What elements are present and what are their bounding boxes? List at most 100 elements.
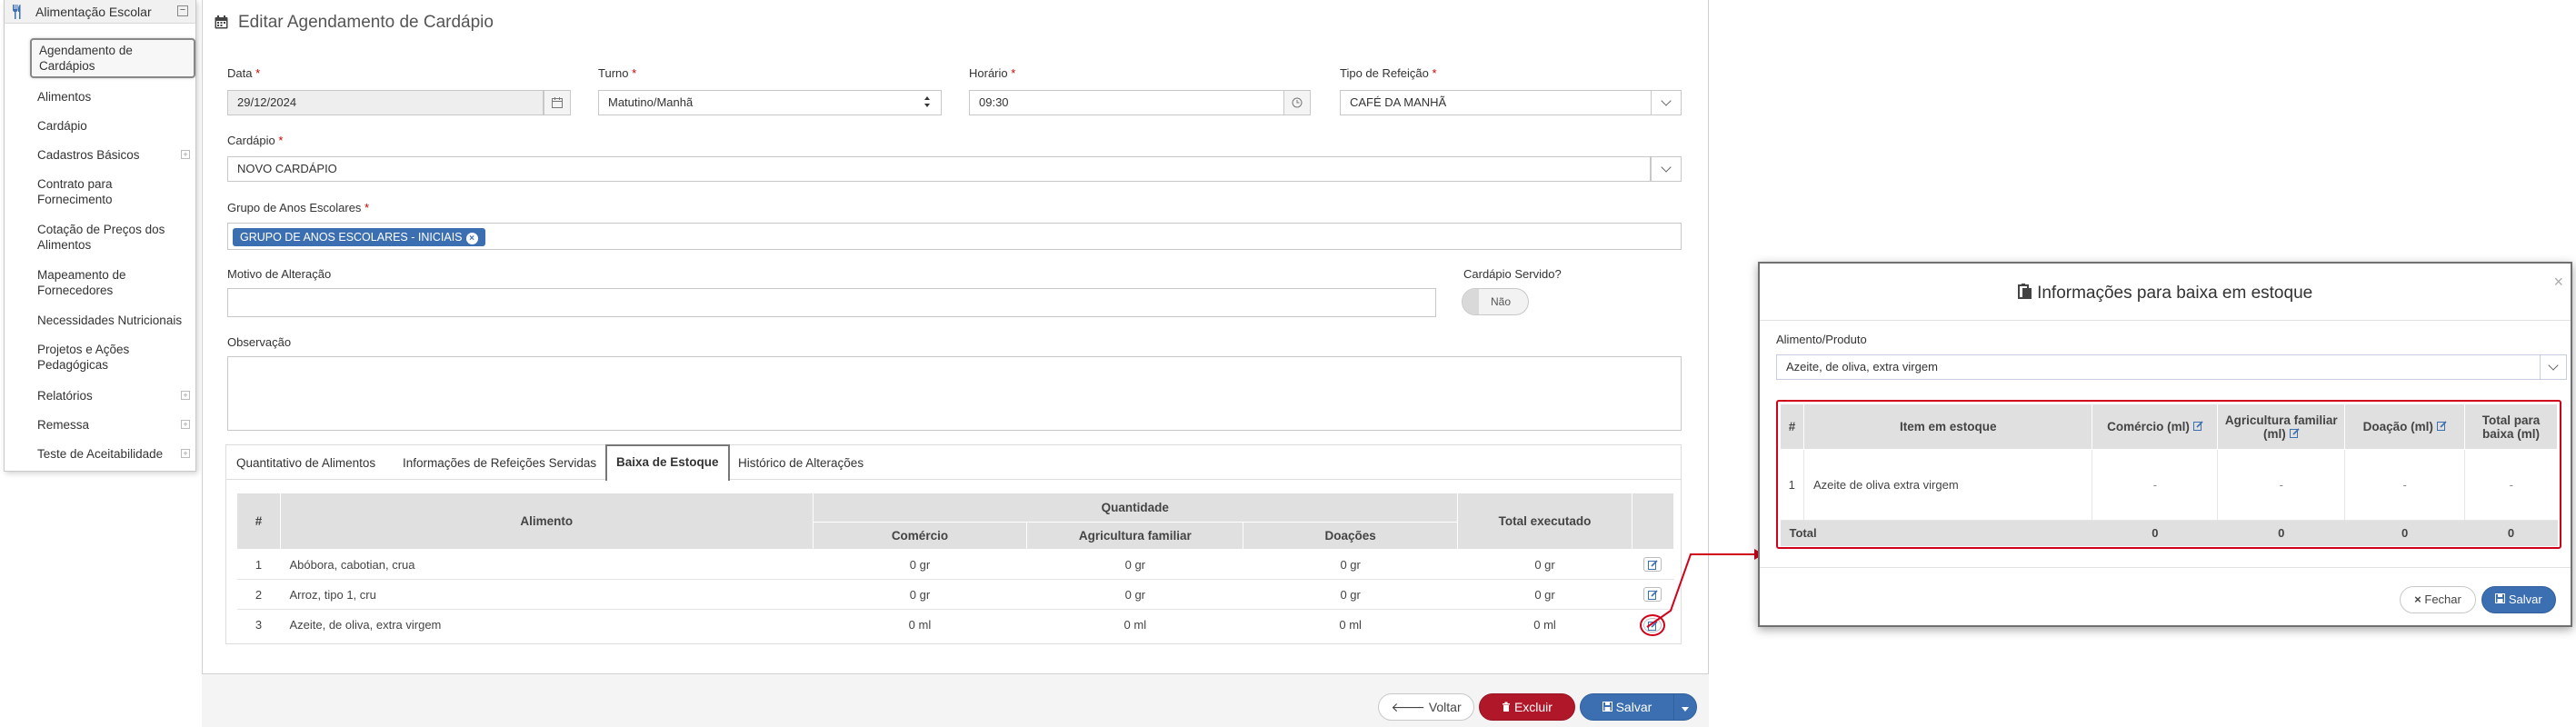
col-alimento-header: Alimento xyxy=(279,493,814,550)
motivo-label: Motivo de Alteração xyxy=(227,267,332,281)
table-row: 1 Azeite de oliva extra virgem - - - - xyxy=(1780,449,2558,521)
cardapio-servido-label: Cardápio Servido? xyxy=(1463,267,1562,281)
sidebar-item-necessidades[interactable]: Necessidades Nutricionais xyxy=(37,313,187,328)
expand-icon[interactable]: + xyxy=(181,391,190,400)
expand-icon[interactable]: + xyxy=(181,420,190,429)
turno-select[interactable]: Matutino/Manhã xyxy=(598,90,942,115)
calendar-icon xyxy=(215,15,228,29)
col-comercio-header: Comércio xyxy=(812,522,1028,550)
row-comercio[interactable]: - xyxy=(2092,449,2219,521)
sidebar-item-mapeamento[interactable]: Mapeamento de Fornecedores xyxy=(37,267,187,298)
time-picker-button[interactable] xyxy=(1283,90,1311,115)
edit-icon[interactable] xyxy=(2289,427,2300,438)
col-num-header: # xyxy=(236,493,281,550)
table-row: 3 Azeite, de oliva, extra virgem 0 ml 0 … xyxy=(236,609,1674,640)
col-agricultura-header: Agricultura familiar (ml) xyxy=(2217,403,2346,450)
row-total: 0 ml xyxy=(1457,609,1632,640)
tab-informacoes[interactable]: Informações de Refeições Servidas xyxy=(403,456,596,470)
alimento-produto-select[interactable]: Azeite, de oliva, extra virgem xyxy=(1776,354,2541,380)
modal-salvar-button[interactable]: Salvar xyxy=(2481,586,2556,613)
sidebar-item-teste[interactable]: Teste de Aceitabilidade xyxy=(37,446,187,462)
salvar-button[interactable]: Salvar xyxy=(1580,693,1674,721)
horario-input[interactable]: 09:30 xyxy=(969,90,1285,115)
sidebar-item-projetos[interactable]: Projetos e Ações Pedagógicas xyxy=(37,342,187,373)
sidebar-item-relatorios[interactable]: Relatórios xyxy=(37,388,187,403)
sidebar-header[interactable]: Alimentação Escolar − xyxy=(5,0,195,24)
chevron-down-icon xyxy=(1661,162,1672,173)
col-actions-header xyxy=(1631,493,1675,550)
total-label: Total xyxy=(1780,520,2092,546)
tab-divider xyxy=(225,479,1682,480)
modal-footer-divider xyxy=(1760,567,2571,568)
motivo-input[interactable] xyxy=(227,288,1436,317)
tipo-refeicao-dropdown-button[interactable] xyxy=(1651,90,1682,115)
cardapio-dropdown-button[interactable] xyxy=(1651,156,1682,182)
col-quantidade-header: Quantidade xyxy=(812,493,1459,523)
expand-icon[interactable]: + xyxy=(181,449,190,458)
arrow-left-icon: 🡐 xyxy=(1391,700,1425,714)
cardapio-select[interactable]: NOVO CARDÁPIO xyxy=(227,156,1651,182)
row-doacoes: 0 gr xyxy=(1243,549,1458,580)
caret-down-icon xyxy=(1682,707,1689,712)
page-title: Editar Agendamento de Cardápio xyxy=(238,13,494,32)
excluir-button[interactable]: Excluir xyxy=(1479,693,1575,721)
col-comercio-header: Comércio (ml) xyxy=(2092,403,2219,450)
calendar-icon xyxy=(552,97,563,108)
cardapio-servido-toggle[interactable]: Não xyxy=(1462,288,1529,315)
sidebar-item-agendamento[interactable]: Agendamento de Cardápios xyxy=(30,38,195,78)
col-doacao-header: Doação (ml) xyxy=(2344,403,2466,450)
tab-historico[interactable]: Histórico de Alterações xyxy=(738,456,864,470)
row-agricultura[interactable]: - xyxy=(2217,449,2346,521)
sidebar-item-contrato[interactable]: Contrato para Fornecimento xyxy=(37,176,187,207)
total-agricultura: 0 xyxy=(2217,520,2345,546)
total-doacao: 0 xyxy=(2344,520,2465,546)
toggle-knob xyxy=(1463,289,1479,314)
voltar-button[interactable]: 🡐 Voltar xyxy=(1378,693,1474,721)
edit-icon[interactable] xyxy=(2436,421,2447,431)
edit-icon[interactable] xyxy=(2192,421,2203,431)
sidebar-item-alimentos[interactable]: Alimentos xyxy=(37,89,187,105)
row-alimento: Azeite, de oliva, extra virgem xyxy=(280,609,814,640)
collapse-icon[interactable]: − xyxy=(177,5,188,16)
tab-quantitativo[interactable]: Quantitativo de Alimentos xyxy=(236,456,375,470)
tipo-refeicao-select[interactable]: CAFÉ DA MANHÃ xyxy=(1340,90,1652,115)
observacao-textarea[interactable] xyxy=(227,356,1682,431)
row-doacoes: 0 gr xyxy=(1243,579,1458,610)
row-doacao[interactable]: - xyxy=(2344,449,2466,521)
expand-icon[interactable]: + xyxy=(181,150,190,159)
row-comercio: 0 ml xyxy=(813,609,1027,640)
data-input[interactable]: 29/12/2024 xyxy=(227,90,544,115)
row-num: 2 xyxy=(236,579,281,610)
toggle-value: Não xyxy=(1490,295,1511,308)
sidebar-item-cadastros[interactable]: Cadastros Básicos xyxy=(37,147,187,163)
sidebar-item-cotacao[interactable]: Cotação de Preços dos Alimentos xyxy=(37,222,187,253)
observacao-label: Observação xyxy=(227,335,292,349)
sidebar-item-remessa[interactable]: Remessa xyxy=(37,417,187,433)
chevron-down-icon xyxy=(2548,360,2559,371)
col-doacoes-header: Doações xyxy=(1243,522,1459,550)
close-icon: × xyxy=(2414,593,2421,606)
row-agricultura: 0 gr xyxy=(1026,549,1243,580)
save-icon xyxy=(2495,593,2506,603)
row-doacoes: 0 ml xyxy=(1243,609,1458,640)
total-comercio: 0 xyxy=(2092,520,2218,546)
grupo-label: Grupo de Anos Escolares * xyxy=(227,201,370,214)
table-row: 1 Abóbora, cabotian, crua 0 gr 0 gr 0 gr… xyxy=(236,549,1674,580)
remove-tag-icon[interactable]: × xyxy=(465,233,478,244)
col-num-header: # xyxy=(1780,403,1804,450)
row-total: 0 gr xyxy=(1457,549,1632,580)
row-total: - xyxy=(2464,449,2558,521)
date-picker-button[interactable] xyxy=(544,90,571,115)
row-agricultura: 0 gr xyxy=(1026,579,1243,610)
col-item-header: Item em estoque xyxy=(1802,403,2093,450)
row-num: 3 xyxy=(236,609,281,640)
col-total-header: Total para baixa (ml) xyxy=(2464,403,2558,450)
stock-table: # Item em estoque Comércio (ml) Agricult… xyxy=(1780,403,2558,546)
tab-baixa-estoque[interactable]: Baixa de Estoque xyxy=(605,444,730,481)
alimento-produto-dropdown-button[interactable] xyxy=(2540,354,2567,380)
alimento-produto-label: Alimento/Produto xyxy=(1776,333,1867,346)
sidebar-item-cardapio[interactable]: Cardápio xyxy=(37,118,187,134)
fechar-button[interactable]: × Fechar xyxy=(2400,586,2476,613)
table-row: 2 Arroz, tipo 1, cru 0 gr 0 gr 0 gr 0 gr xyxy=(236,579,1674,610)
row-comercio: 0 gr xyxy=(813,549,1027,580)
